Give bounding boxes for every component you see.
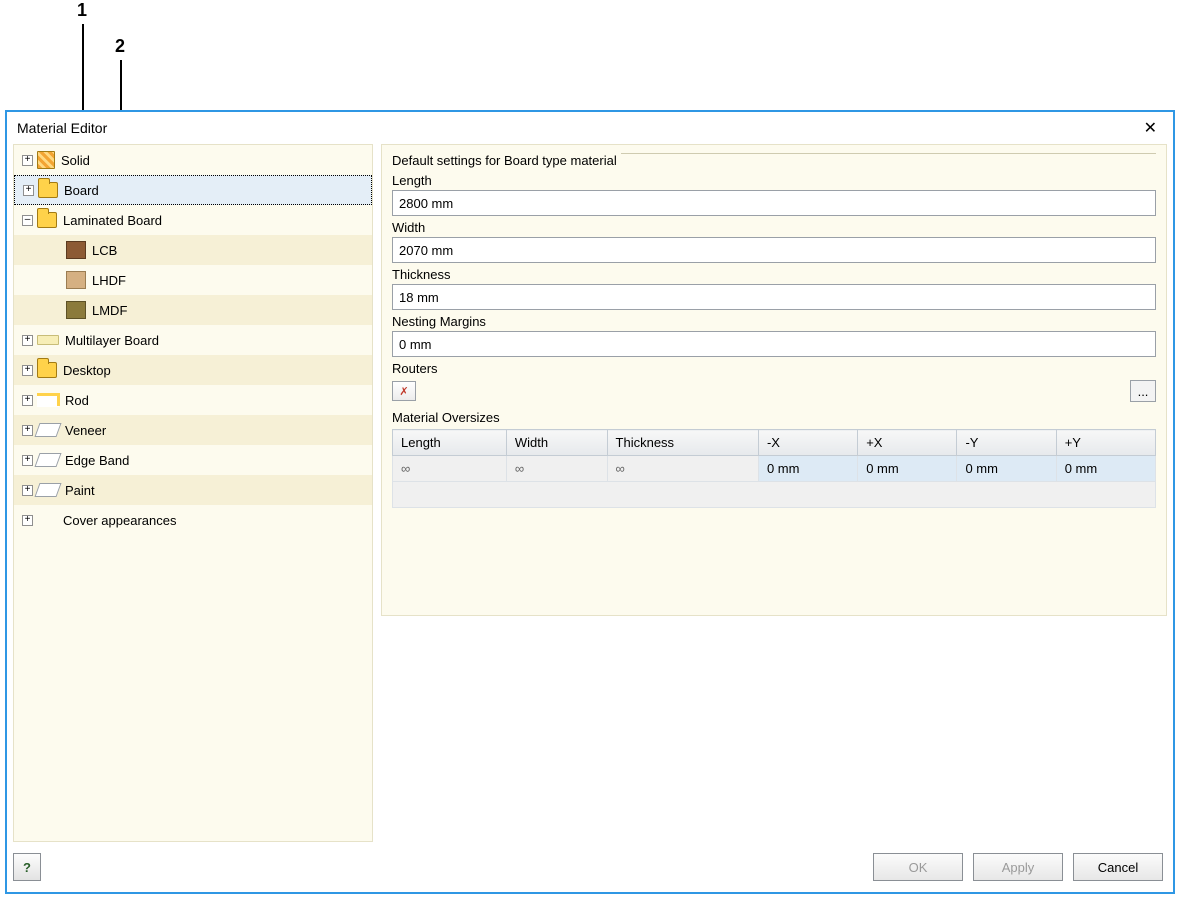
tree-item-board[interactable]: + Board xyxy=(14,175,372,205)
expand-icon[interactable]: + xyxy=(22,335,33,346)
window-title: Material Editor xyxy=(17,120,107,136)
material-tree: + Solid + Board – Laminated Board xyxy=(13,144,373,842)
tree-item-multilayer[interactable]: + Multilayer Board xyxy=(14,325,372,355)
tree-item-desktop[interactable]: + Desktop xyxy=(14,355,372,385)
tree-item-veneer[interactable]: + Veneer xyxy=(14,415,372,445)
tree-label: Veneer xyxy=(63,423,106,438)
table-empty-row xyxy=(393,482,1156,508)
length-input[interactable] xyxy=(392,190,1156,216)
expand-icon[interactable]: + xyxy=(22,365,33,376)
routers-label: Routers xyxy=(392,361,1156,376)
expand-icon[interactable]: + xyxy=(22,395,33,406)
tree-label: LHDF xyxy=(90,273,126,288)
board-icon xyxy=(37,335,59,345)
solid-icon xyxy=(37,151,55,169)
expand-icon[interactable]: + xyxy=(22,455,33,466)
width-input[interactable] xyxy=(392,237,1156,263)
tree-label: Edge Band xyxy=(63,453,129,468)
help-button[interactable]: ? xyxy=(13,853,41,881)
callout-2-label: 2 xyxy=(115,36,125,57)
expand-icon[interactable]: + xyxy=(22,515,33,526)
cell-thickness: ∞ xyxy=(607,456,758,482)
dialog-button-bar: ? OK Apply Cancel xyxy=(13,850,1163,884)
col-length[interactable]: Length xyxy=(393,430,507,456)
col-neg-x[interactable]: -X xyxy=(758,430,857,456)
settings-title: Default settings for Board type material xyxy=(388,153,621,168)
tree-item-lhdf[interactable]: LHDF xyxy=(14,265,372,295)
tree-label: Multilayer Board xyxy=(63,333,159,348)
tree-item-paint[interactable]: + Paint xyxy=(14,475,372,505)
cell-pos-y[interactable]: 0 mm xyxy=(1056,456,1155,482)
router-icon[interactable]: ✗ xyxy=(392,381,416,401)
tree-label: Cover appearances xyxy=(61,513,176,528)
tree-label: Paint xyxy=(63,483,95,498)
material-editor-dialog: Material Editor ✕ + Solid + Board – xyxy=(5,110,1175,894)
edgeband-icon xyxy=(34,453,61,467)
folder-icon xyxy=(38,182,58,198)
material-swatch-icon xyxy=(66,301,86,319)
ok-button[interactable]: OK xyxy=(873,853,963,881)
col-neg-y[interactable]: -Y xyxy=(957,430,1056,456)
veneer-icon xyxy=(34,423,61,437)
tree-label: Laminated Board xyxy=(61,213,162,228)
rod-icon xyxy=(37,393,59,407)
tree-label: Solid xyxy=(59,153,90,168)
oversizes-table: Length Width Thickness -X +X -Y +Y ∞ ∞ xyxy=(392,429,1156,508)
tree-label: LMDF xyxy=(90,303,127,318)
table-row[interactable]: ∞ ∞ ∞ 0 mm 0 mm 0 mm 0 mm xyxy=(393,456,1156,482)
cell-neg-x[interactable]: 0 mm xyxy=(758,456,857,482)
tree-item-lcb[interactable]: LCB xyxy=(14,235,372,265)
cell-neg-y[interactable]: 0 mm xyxy=(957,456,1056,482)
paint-icon xyxy=(34,483,61,497)
cell-length: ∞ xyxy=(393,456,507,482)
tree-item-edge-band[interactable]: + Edge Band xyxy=(14,445,372,475)
nesting-margins-label: Nesting Margins xyxy=(392,314,1156,329)
routers-browse-button[interactable]: ... xyxy=(1130,380,1156,402)
col-pos-x[interactable]: +X xyxy=(858,430,957,456)
apply-button[interactable]: Apply xyxy=(973,853,1063,881)
tree-label: LCB xyxy=(90,243,117,258)
settings-panel: Default settings for Board type material… xyxy=(381,144,1167,616)
oversizes-label: Material Oversizes xyxy=(392,410,1156,425)
nesting-margins-input[interactable] xyxy=(392,331,1156,357)
expand-icon[interactable]: + xyxy=(23,185,34,196)
length-label: Length xyxy=(392,173,1156,188)
col-pos-y[interactable]: +Y xyxy=(1056,430,1155,456)
tree-item-laminated-board[interactable]: – Laminated Board xyxy=(14,205,372,235)
folder-icon xyxy=(37,362,57,378)
tree-item-lmdf[interactable]: LMDF xyxy=(14,295,372,325)
expand-icon[interactable]: + xyxy=(22,425,33,436)
thickness-input[interactable] xyxy=(392,284,1156,310)
tree-label: Desktop xyxy=(61,363,111,378)
tree-item-rod[interactable]: + Rod xyxy=(14,385,372,415)
expand-icon[interactable]: + xyxy=(22,485,33,496)
col-width[interactable]: Width xyxy=(506,430,607,456)
cell-pos-x[interactable]: 0 mm xyxy=(858,456,957,482)
titlebar: Material Editor ✕ xyxy=(7,112,1173,144)
table-header-row: Length Width Thickness -X +X -Y +Y xyxy=(393,430,1156,456)
folder-icon xyxy=(37,212,57,228)
client-area: + Solid + Board – Laminated Board xyxy=(13,144,1167,842)
thickness-label: Thickness xyxy=(392,267,1156,282)
tree-label: Board xyxy=(62,183,99,198)
width-label: Width xyxy=(392,220,1156,235)
collapse-icon[interactable]: – xyxy=(22,215,33,226)
material-swatch-icon xyxy=(66,241,86,259)
cancel-button[interactable]: Cancel xyxy=(1073,853,1163,881)
tree-label: Rod xyxy=(63,393,89,408)
col-thickness[interactable]: Thickness xyxy=(607,430,758,456)
tree-item-cover-appearances[interactable]: + Cover appearances xyxy=(14,505,372,535)
tree-item-solid[interactable]: + Solid xyxy=(14,145,372,175)
material-swatch-icon xyxy=(66,271,86,289)
close-icon[interactable]: ✕ xyxy=(1138,116,1163,140)
expand-icon[interactable]: + xyxy=(22,155,33,166)
cell-width: ∞ xyxy=(506,456,607,482)
callout-1-label: 1 xyxy=(77,0,87,21)
